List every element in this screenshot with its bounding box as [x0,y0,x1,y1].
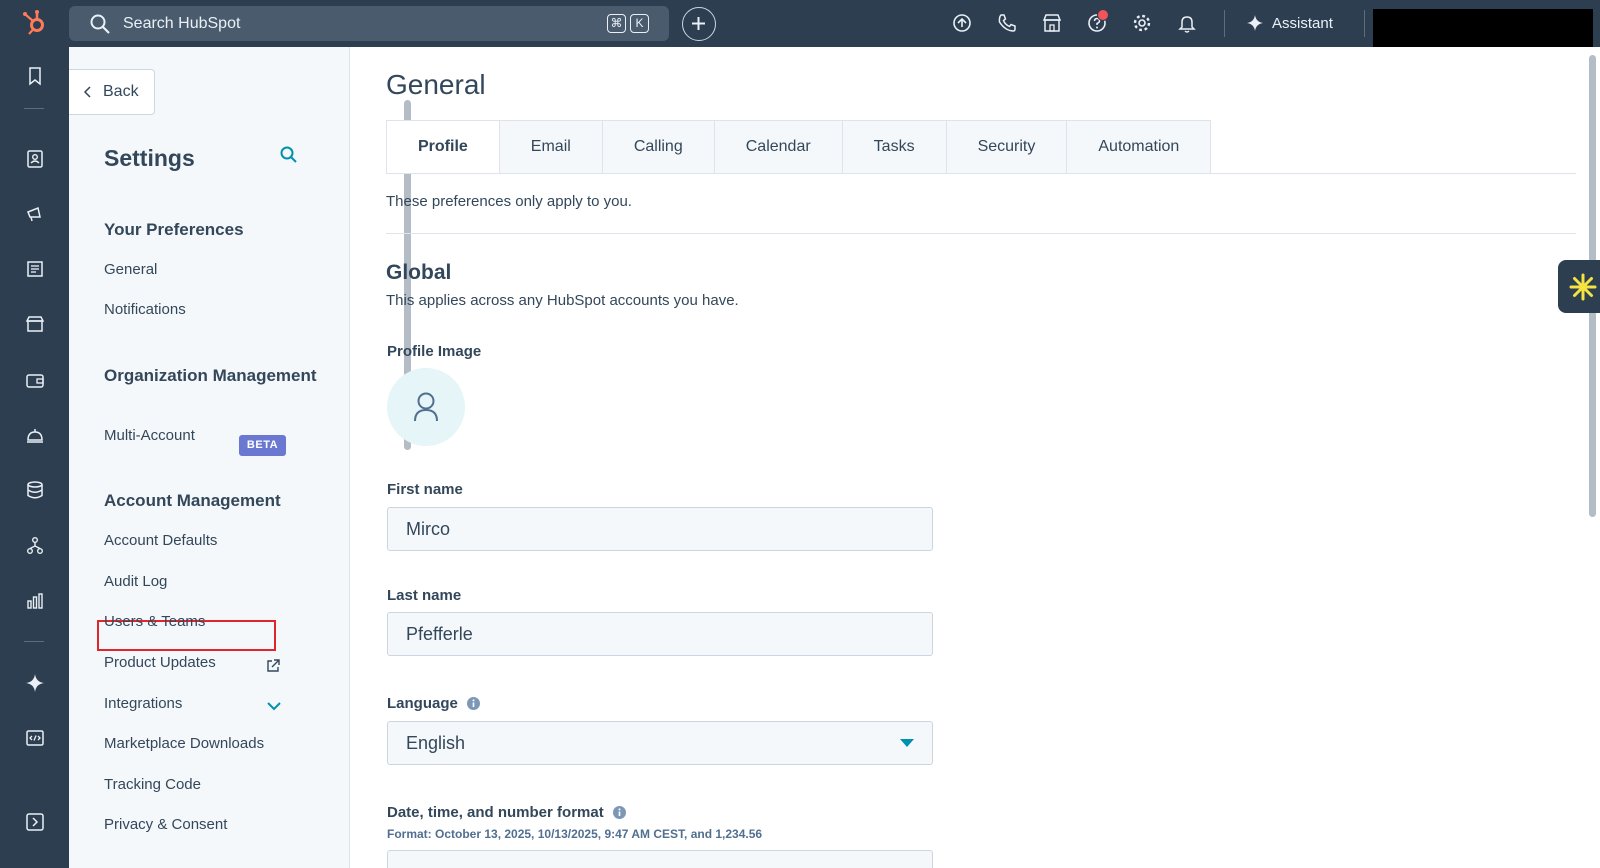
upgrade-icon[interactable] [951,12,973,34]
sidebar-item-marketplace-downloads[interactable]: Marketplace Downloads [104,735,264,752]
k-key-hint: K [630,14,649,33]
ai-sparkle-icon[interactable] [24,672,46,694]
command-key-hint: ⌘ [607,14,626,33]
service-bell-icon[interactable] [24,424,46,446]
sidebar-item-product-updates[interactable]: Product Updates [104,654,216,671]
assistant-label: Assistant [1272,14,1333,32]
sidebar-item-account-defaults[interactable]: Account Defaults [104,532,217,549]
gear-icon[interactable] [1131,12,1153,34]
search-icon [90,14,110,34]
date-format-preview: Format: October 13, 2025, 10/13/2025, 9:… [387,827,763,841]
expand-sidebar-icon[interactable] [24,811,46,833]
language-select[interactable]: English [387,721,933,765]
help-notification-badge [1097,9,1109,21]
asterisk-burst-icon [1569,273,1597,300]
hubspot-logo-icon[interactable] [20,8,50,38]
chevron-down-icon[interactable] [265,697,283,715]
sidebar-item-notifications[interactable]: Notifications [104,301,186,318]
settings-search-icon[interactable] [279,145,299,165]
content-icon[interactable] [24,258,46,280]
wallet-icon[interactable] [24,369,46,391]
commerce-icon[interactable] [24,313,46,335]
first-name-label-text: First name [387,481,463,498]
contacts-icon[interactable] [24,148,46,170]
topbar-divider [1224,10,1225,37]
dropdown-caret-icon [900,739,914,747]
sidebar-item-users-teams[interactable]: Users & Teams [104,613,205,630]
sparkle-icon [1247,15,1263,31]
external-link-icon [267,659,280,672]
last-name-label-text: Last name [387,587,462,604]
page-title: General [386,69,486,100]
main-content: General Profile Email Calling Calendar T… [350,47,1600,868]
group-title-organization-management: Organization Management [104,366,317,385]
profile-image-label-text: Profile Image [387,343,482,360]
plus-icon [692,17,705,30]
settings-tabs: Profile Email Calling Calendar Tasks Sec… [386,120,1212,174]
left-navigation-rail [0,47,69,868]
chevron-left-icon [83,86,91,98]
user-placeholder-icon [414,392,438,422]
tab-email[interactable]: Email [499,120,603,174]
sidebar-item-integrations[interactable]: Integrations [104,695,182,712]
sidebar-item-audit-log[interactable]: Audit Log [104,573,167,590]
sidebar-item-tracking-code[interactable]: Tracking Code [104,776,201,793]
last-name-field[interactable]: Pfefferle [387,612,933,656]
assistant-button[interactable]: Assistant [1246,12,1333,34]
marketplace-icon[interactable] [1041,12,1063,34]
beta-badge: BETA [239,435,286,456]
back-button[interactable]: Back [69,69,155,115]
tab-calendar[interactable]: Calendar [714,120,843,174]
workflows-icon[interactable] [24,535,46,557]
account-menu-redacted[interactable] [1373,9,1593,47]
profile-image-avatar[interactable] [387,368,465,446]
topbar-divider [1364,10,1365,37]
date-format-label: Date, time, and number format [387,804,627,821]
info-icon[interactable] [612,805,627,820]
date-format-label-text: Date, time, and number format [387,804,604,821]
global-section-subtitle: This applies across any HubSpot accounts… [386,292,739,309]
reports-icon[interactable] [24,590,46,612]
bell-icon[interactable] [1176,12,1198,34]
group-title-your-preferences: Your Preferences [104,220,244,239]
profile-image-label: Profile Image [387,343,481,360]
database-icon[interactable] [24,479,46,501]
tab-security[interactable]: Security [946,120,1068,174]
tab-tasks[interactable]: Tasks [842,120,947,174]
settings-title: Settings [104,145,195,171]
developer-icon[interactable] [24,727,46,749]
create-new-button[interactable] [682,7,716,41]
date-format-select[interactable] [387,850,933,868]
sidebar-item-general[interactable]: General [104,261,157,278]
rail-divider [24,641,44,642]
sidebar-item-multi-account[interactable]: Multi-Account [104,427,195,444]
last-name-label: Last name [387,587,461,604]
bookmark-icon[interactable] [24,65,46,87]
first-name-field[interactable]: Mirco [387,507,933,551]
floating-widget-button[interactable] [1558,260,1600,313]
language-label: Language [387,695,481,712]
tab-profile[interactable]: Profile [386,120,500,174]
tab-calling[interactable]: Calling [602,120,715,174]
global-section-title: Global [386,261,452,284]
info-icon[interactable] [466,696,481,711]
global-search-bar[interactable]: Search HubSpot ⌘ K [69,6,669,41]
megaphone-icon[interactable] [24,203,46,225]
tabs-divider [386,173,1576,174]
back-label: Back [103,83,139,100]
group-title-account-management: Account Management [104,491,281,510]
tab-automation[interactable]: Automation [1067,120,1212,174]
first-name-label: First name [387,481,463,498]
language-selected-value: English [406,733,466,753]
top-navigation-bar: Search HubSpot ⌘ K Assistant [0,0,1600,47]
phone-icon[interactable] [996,12,1018,34]
sidebar-item-privacy-consent[interactable]: Privacy & Consent [104,816,227,833]
preferences-note: These preferences only apply to you. [386,193,632,210]
search-placeholder: Search HubSpot [123,15,241,32]
language-label-text: Language [387,695,458,712]
rail-divider [24,108,44,109]
settings-sidebar: Back Settings Your Preferences General N… [69,47,411,868]
section-divider [386,233,1576,234]
